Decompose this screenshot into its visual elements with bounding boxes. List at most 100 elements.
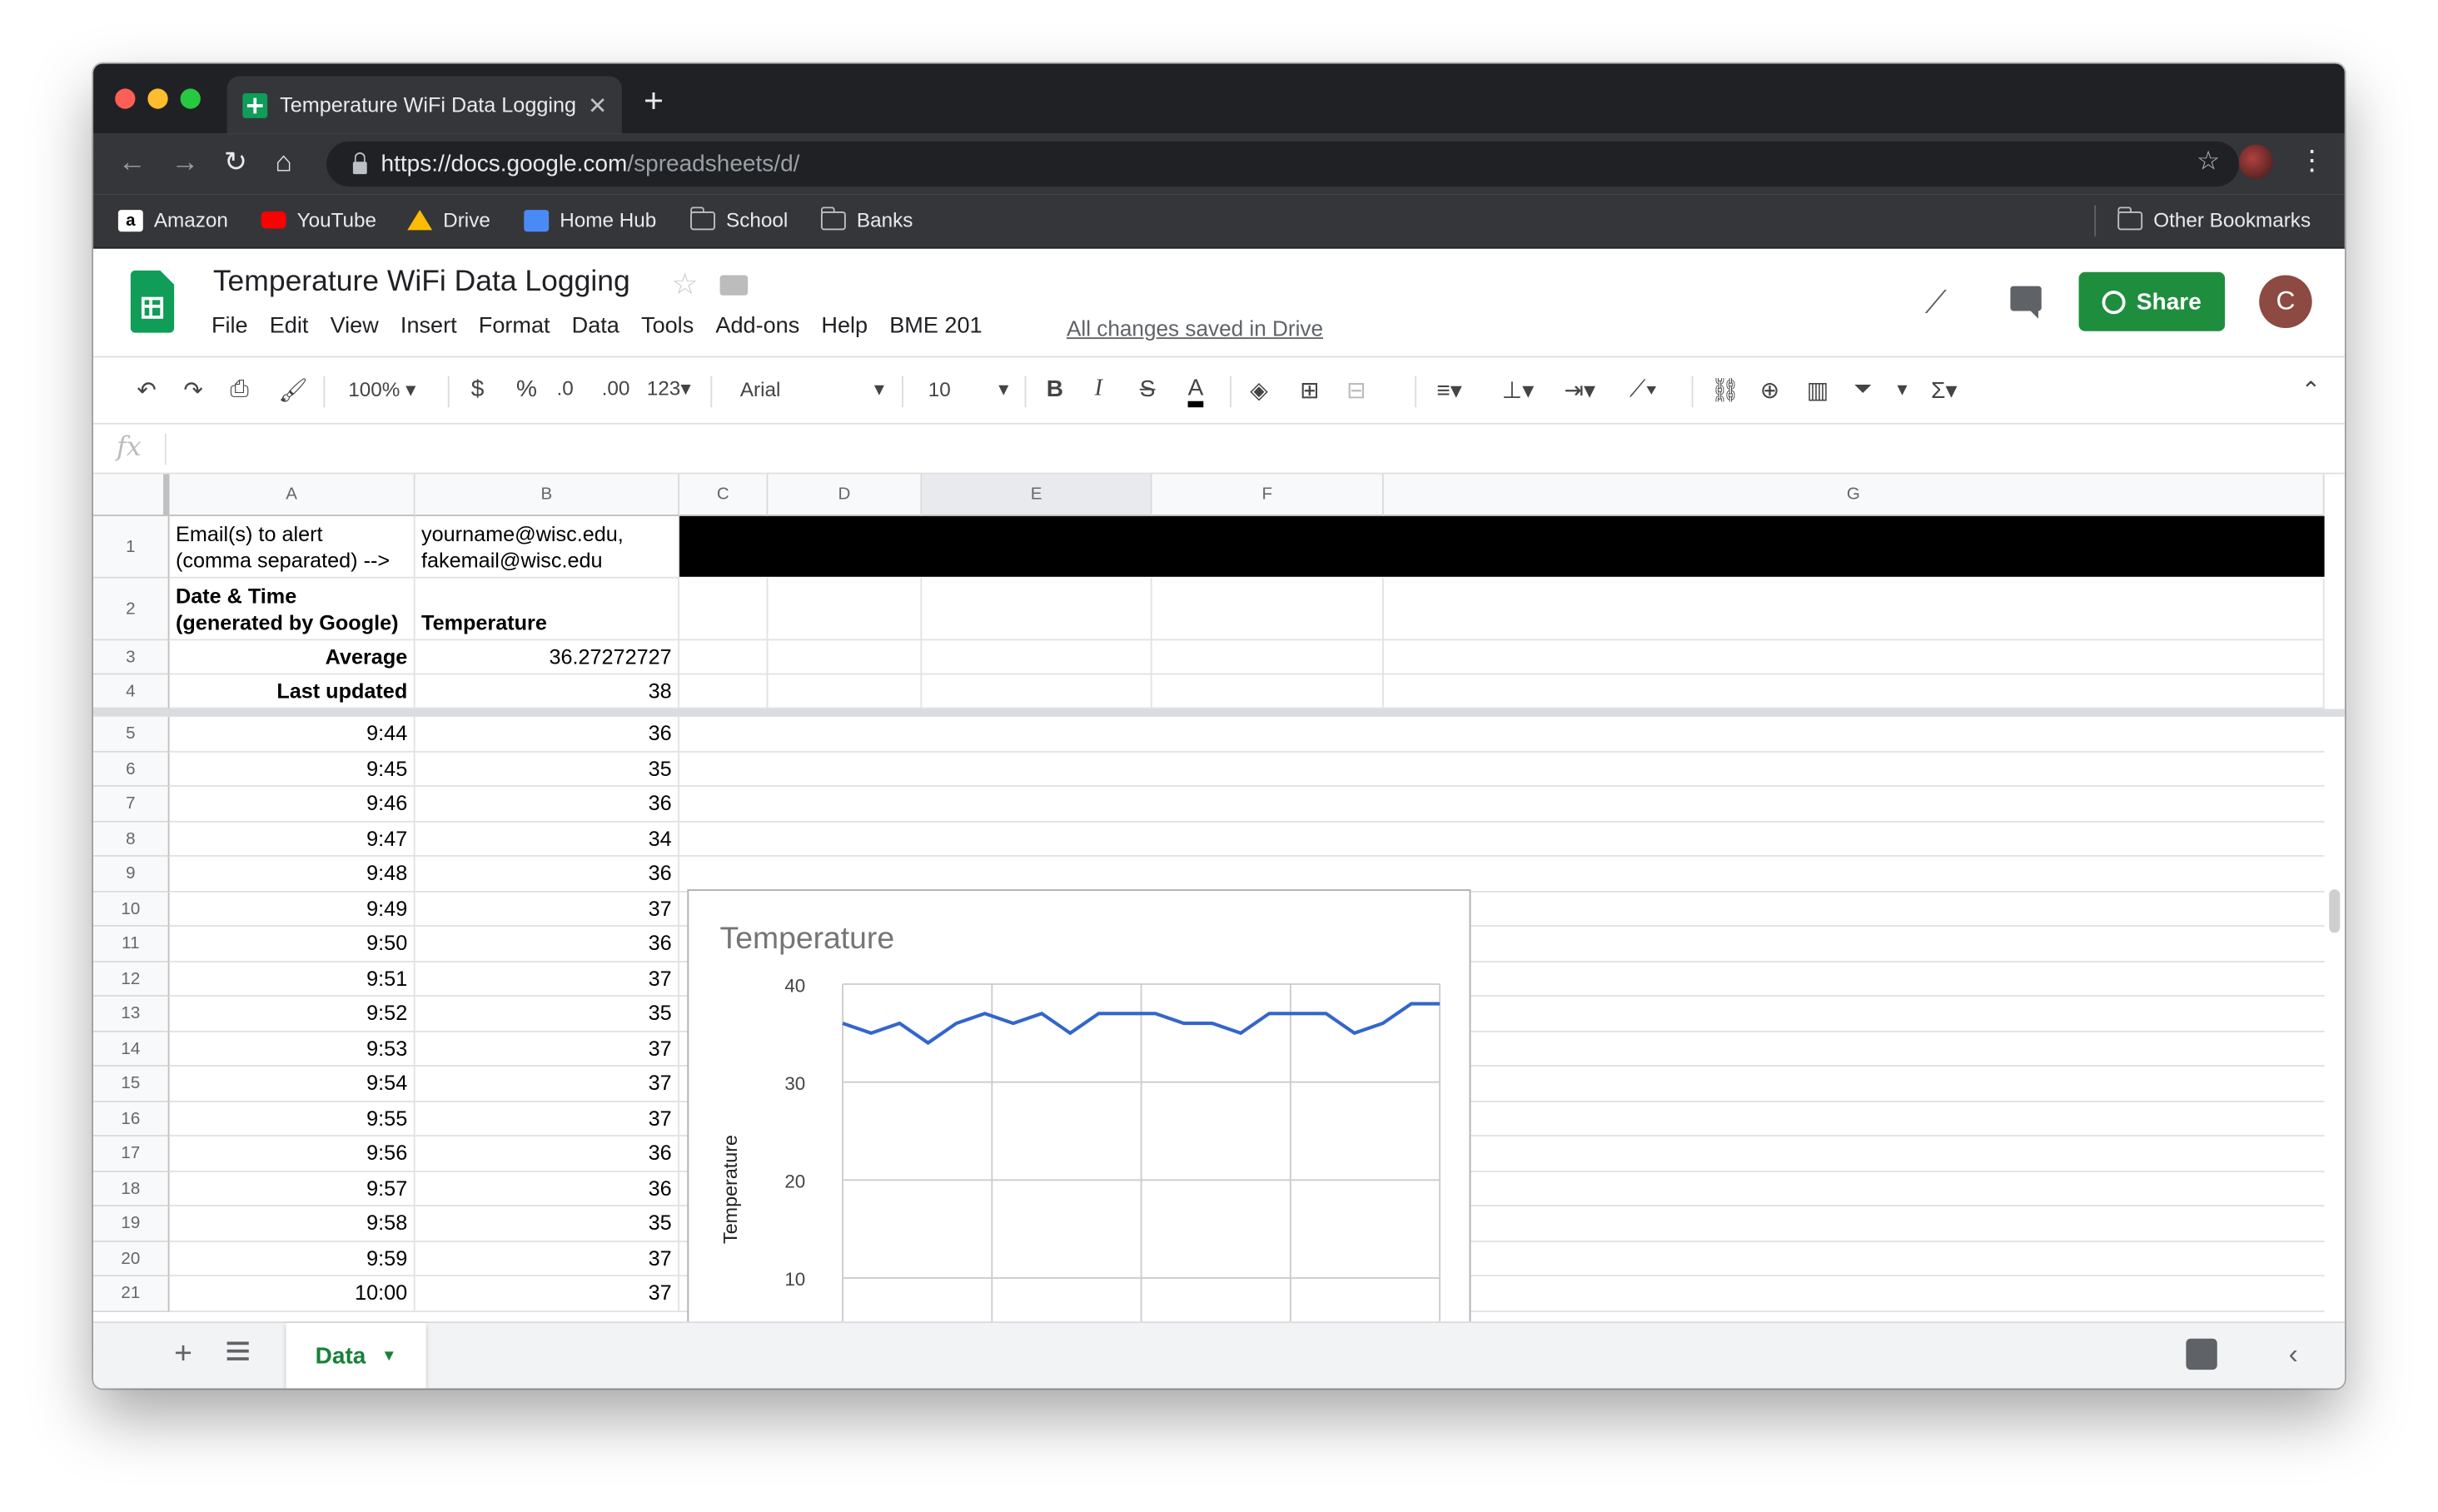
text-rotation-icon[interactable]: ⟋▾ (1629, 376, 1657, 403)
empty-cell[interactable] (679, 578, 769, 641)
column-header-b[interactable]: B (415, 474, 680, 516)
browser-tab[interactable]: Temperature WiFi Data Logging ✕ (226, 76, 622, 134)
insert-comment-icon[interactable]: ⊕ (1760, 376, 1779, 405)
bookmark-star-icon[interactable]: ☆ (2197, 147, 2220, 177)
row-header[interactable]: 10 (93, 891, 170, 927)
empty-cell[interactable] (768, 674, 923, 709)
increase-decimal-button[interactable]: .00 (602, 376, 630, 400)
cell-temperature[interactable]: 36 (415, 786, 680, 822)
paint-format-icon[interactable]: 🖌 (278, 376, 308, 405)
minimize-window-button[interactable] (147, 88, 168, 109)
add-sheet-button[interactable]: + (174, 1337, 192, 1373)
empty-cell[interactable] (922, 578, 1152, 641)
zoom-select[interactable]: 100% ▾ (348, 378, 415, 403)
row-header[interactable]: 5 (93, 716, 170, 752)
row-header[interactable]: 19 (93, 1206, 170, 1242)
column-header-c[interactable]: C (679, 474, 769, 516)
bookmark-drive[interactable]: Drive (407, 208, 490, 231)
cell-temperature[interactable]: 37 (415, 1276, 680, 1312)
row-header[interactable]: 18 (93, 1171, 170, 1207)
print-icon[interactable]: ⎙ (230, 376, 248, 403)
row-header[interactable]: 4 (93, 674, 170, 709)
font-select[interactable]: Arial (740, 378, 781, 401)
cell-time[interactable]: 9:57 (169, 1171, 415, 1207)
decrease-decimal-button[interactable]: .0 (556, 376, 573, 400)
all-sheets-icon[interactable] (226, 1341, 249, 1360)
font-size-select[interactable]: 10 (928, 378, 951, 401)
italic-button[interactable]: I (1095, 376, 1102, 403)
percent-format-button[interactable]: % (516, 376, 537, 403)
document-title[interactable]: Temperature WiFi Data Logging (213, 266, 630, 300)
font-select-arrow-icon[interactable]: ▼ (871, 380, 888, 399)
explore-icon[interactable] (2186, 1338, 2217, 1370)
font-size-arrow-icon[interactable]: ▼ (995, 380, 1012, 399)
bold-button[interactable]: B (1047, 376, 1063, 403)
other-bookmarks[interactable]: Other Bookmarks (2117, 206, 2311, 231)
row-header[interactable]: 16 (93, 1101, 170, 1136)
browser-menu-icon[interactable]: ⋮ (2298, 145, 2326, 177)
filter-icon[interactable]: ⏷ (1853, 376, 1872, 403)
cell-time[interactable]: 9:55 (169, 1101, 415, 1136)
cell-b1[interactable]: yourname@wisc.edu, fakemail@wisc.edu (415, 515, 680, 579)
cell-time[interactable]: 9:49 (169, 891, 415, 927)
close-window-button[interactable] (115, 88, 136, 109)
empty-cell[interactable] (679, 640, 769, 675)
cell-time[interactable]: 9:44 (169, 716, 415, 752)
black-filled-cells[interactable] (679, 515, 2325, 577)
cell-temperature[interactable]: 37 (415, 961, 680, 997)
row-header[interactable]: 20 (93, 1241, 170, 1277)
row-header[interactable]: 15 (93, 1066, 170, 1102)
cell-time[interactable]: 9:58 (169, 1206, 415, 1242)
sheet-tab-data[interactable]: Data ▼ (286, 1323, 426, 1389)
cell-temperature[interactable]: 36 (415, 1171, 680, 1207)
address-bar[interactable]: https://docs.google.com/spreadsheets/d/ … (326, 141, 2239, 187)
merge-cells-icon[interactable]: ⊟ (1346, 376, 1366, 405)
empty-cell[interactable] (768, 578, 923, 641)
strikethrough-button[interactable]: S (1140, 376, 1156, 403)
row-header[interactable]: 9 (93, 856, 170, 892)
empty-cell[interactable] (679, 674, 769, 709)
bookmark-school[interactable]: School (690, 206, 788, 231)
cell-time[interactable]: 9:54 (169, 1066, 415, 1102)
empty-row-cells[interactable] (679, 857, 2325, 892)
empty-cell[interactable] (768, 640, 923, 675)
cell-time[interactable]: 9:48 (169, 856, 415, 892)
menu-addons[interactable]: Add-ons (715, 314, 799, 339)
cell-temperature[interactable]: 37 (415, 1031, 680, 1067)
cell-b4[interactable]: 38 (415, 674, 680, 709)
menu-insert[interactable]: Insert (401, 314, 457, 339)
activity-dashboard-icon[interactable]: ⟋ (1925, 286, 1947, 322)
cell-time[interactable]: 9:51 (169, 961, 415, 997)
cell-temperature[interactable]: 37 (415, 1101, 680, 1136)
cell-temperature[interactable]: 37 (415, 1241, 680, 1277)
bookmark-banks[interactable]: Banks (820, 206, 913, 231)
insert-link-icon[interactable]: ⛓ (1710, 376, 1740, 405)
home-icon[interactable]: ⌂ (276, 147, 292, 179)
functions-button[interactable]: Σ▾ (1931, 376, 1957, 405)
text-color-button[interactable]: A (1187, 376, 1204, 408)
row-header[interactable]: 21 (93, 1276, 170, 1312)
cell-time[interactable]: 9:56 (169, 1136, 415, 1172)
cell-temperature[interactable]: 35 (415, 996, 680, 1032)
browser-profile-avatar[interactable] (2238, 144, 2273, 179)
side-panel-toggle-icon[interactable]: ‹ (2289, 1339, 2298, 1371)
menu-edit[interactable]: Edit (270, 314, 309, 339)
empty-cell[interactable] (1152, 674, 1384, 709)
row-header[interactable]: 17 (93, 1136, 170, 1172)
row-header[interactable]: 12 (93, 961, 170, 997)
empty-cell[interactable] (1152, 578, 1384, 641)
row-header[interactable]: 2 (93, 578, 170, 641)
cell-temperature[interactable]: 36 (415, 856, 680, 892)
cell-temperature[interactable]: 34 (415, 821, 680, 857)
cell-a1[interactable]: Email(s) to alert (comma separated) --> (169, 515, 415, 579)
row-header[interactable]: 14 (93, 1031, 170, 1067)
menu-view[interactable]: View (331, 314, 379, 339)
column-header-f[interactable]: F (1152, 474, 1384, 516)
filter-views-arrow-icon[interactable]: ▼ (1893, 380, 1910, 399)
menu-help[interactable]: Help (821, 314, 868, 339)
cell-temperature[interactable]: 36 (415, 716, 680, 752)
cell-a2[interactable]: Date & Time (generated by Google) (169, 578, 415, 641)
fill-color-icon[interactable]: ◈ (1250, 376, 1268, 405)
cell-temperature[interactable]: 36 (415, 1136, 680, 1172)
cell-temperature[interactable]: 37 (415, 1066, 680, 1102)
